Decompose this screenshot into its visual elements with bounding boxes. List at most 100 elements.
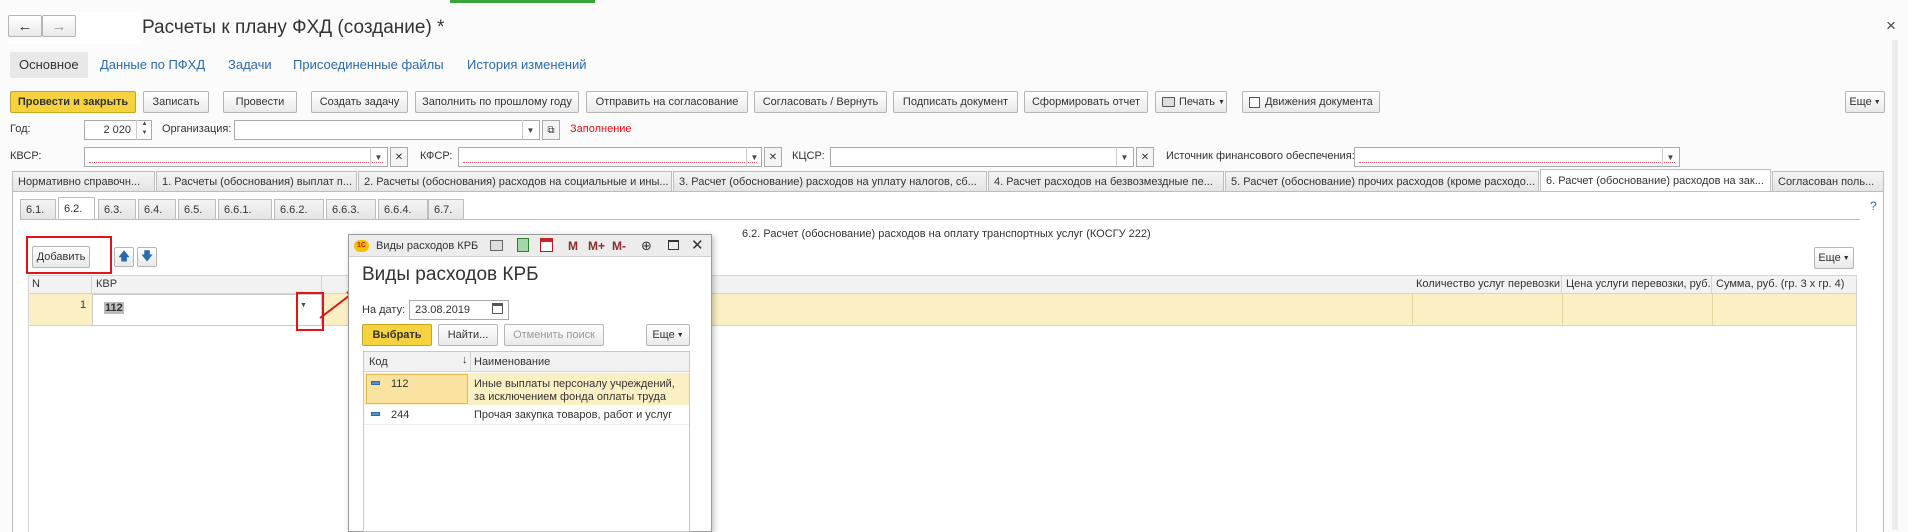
nav-tab-history[interactable]: История изменений	[467, 57, 587, 72]
funding-source-field[interactable]	[1354, 147, 1680, 167]
table-more-button[interactable]: Еще ▼	[1814, 247, 1854, 269]
sub-tab-6-6-4[interactable]: 6.6.4.	[378, 199, 428, 219]
popup-print-icon[interactable]	[490, 240, 503, 251]
doc-tab-6[interactable]: 6. Расчет (обоснование) расходов на зак.…	[1540, 169, 1771, 191]
funding-source-label: Источник финансового обеспечения:	[1166, 150, 1355, 162]
popup-item-name-line1: Иные выплаты персоналу учреждений,	[474, 378, 675, 390]
funding-source-dropdown-icon[interactable]: ▼	[1662, 147, 1678, 167]
popup-find-button[interactable]: Найти...	[438, 324, 498, 346]
more-button[interactable]: Еще ▼	[1845, 91, 1885, 113]
popup-date-value: 23.08.2019	[415, 304, 471, 316]
kvsr-clear-icon[interactable]: ✕	[390, 147, 408, 167]
nav-buttons: ← →	[8, 12, 140, 44]
sub-tab-6-2[interactable]: 6.2.	[58, 197, 95, 219]
doc-tab-normative[interactable]: Нормативно справочн...	[12, 171, 155, 191]
kfsr-clear-icon[interactable]: ✕	[764, 147, 782, 167]
movements-label: Движения документа	[1265, 96, 1373, 108]
movements-icon	[1249, 96, 1260, 108]
document-movements-button[interactable]: Движения документа	[1242, 91, 1380, 113]
post-button[interactable]: Провести	[223, 91, 297, 113]
kvsr-field[interactable]	[84, 147, 388, 167]
kcsr-field[interactable]	[830, 147, 1134, 167]
sub-tab-6-7[interactable]: 6.7.	[428, 199, 464, 219]
doc-tab-approved[interactable]: Согласован поль...	[1772, 171, 1884, 191]
move-up-button[interactable]: 🡅	[114, 247, 134, 267]
sub-tab-6-1[interactable]: 6.1.	[20, 199, 56, 219]
nav-tab-pfhd[interactable]: Данные по ПФХД	[100, 57, 205, 72]
kvsr-label: КВСР:	[10, 150, 42, 162]
sub-tab-6-3[interactable]: 6.3.	[98, 199, 136, 219]
doc-tab-1[interactable]: 1. Расчеты (обоснования) выплат п...	[156, 171, 357, 191]
doc-tab-4[interactable]: 4. Расчет расходов на безвозмездные пе..…	[988, 171, 1224, 191]
more-label: Еще	[1849, 96, 1872, 108]
fill-status: Заполнение	[570, 123, 632, 135]
memory-icon[interactable]: M	[568, 239, 578, 253]
fill-by-prev-year-button[interactable]: Заполнить по прошлому году	[415, 91, 579, 113]
doc-tab-2[interactable]: 2. Расчеты (обоснования) расходов на соц…	[358, 171, 672, 191]
window-scrollbar[interactable]	[1892, 40, 1898, 530]
memory-plus-icon[interactable]: M+	[588, 239, 605, 253]
sub-tab-6-5[interactable]: 6.5.	[178, 199, 216, 219]
back-button[interactable]: ←	[8, 15, 42, 37]
kcsr-clear-icon[interactable]: ✕	[1136, 147, 1154, 167]
post-and-close-button[interactable]: Провести и закрыть	[10, 91, 136, 113]
popup-col-name-header: Наименование	[474, 356, 551, 368]
sign-document-button[interactable]: Подписать документ	[893, 91, 1018, 113]
row-kvr-cell[interactable]	[92, 294, 322, 326]
create-task-button[interactable]: Создать задачу	[311, 91, 408, 113]
table-right-edge	[1856, 275, 1857, 532]
move-down-button[interactable]: 🡇	[137, 247, 157, 267]
popup-calc-icon[interactable]	[517, 238, 529, 252]
sub-tab-6-6-2[interactable]: 6.6.2.	[274, 199, 324, 219]
generate-report-button[interactable]: Сформировать отчет	[1024, 91, 1148, 113]
doc-tab-3[interactable]: 3. Расчет (обоснование) расходов на упла…	[673, 171, 987, 191]
print-button[interactable]: Печать ▼	[1155, 91, 1227, 113]
popup-more-button[interactable]: Еще ▼	[646, 324, 690, 346]
item-element-icon	[371, 381, 380, 385]
save-button[interactable]: Записать	[143, 91, 209, 113]
kcsr-dropdown-icon[interactable]: ▼	[1116, 147, 1132, 167]
chevron-down-icon: ▼	[1873, 98, 1881, 106]
memory-minus-icon[interactable]: M-	[612, 239, 626, 253]
organization-label: Организация:	[162, 123, 232, 135]
popup-select-button[interactable]: Выбрать	[362, 324, 432, 346]
popup-item-name: Прочая закупка товаров, работ и услуг	[474, 409, 673, 421]
sub-tab-6-4[interactable]: 6.4.	[138, 199, 176, 219]
sort-arrow-icon[interactable]: ↓	[462, 354, 468, 366]
popup-cancel-search-button[interactable]: Отменить поиск	[504, 324, 604, 346]
row-kvr-value: 112	[104, 302, 124, 314]
popup-more-label: Еще	[652, 329, 675, 341]
close-icon[interactable]: ×	[1886, 16, 1896, 36]
kfsr-field[interactable]	[458, 147, 762, 167]
chevron-down-icon: ▼	[1218, 98, 1225, 106]
organization-dropdown-icon[interactable]: ▼	[522, 120, 538, 140]
zoom-icon[interactable]: ⊕	[641, 238, 652, 254]
organization-field[interactable]	[234, 120, 540, 140]
forward-button[interactable]: →	[42, 15, 76, 37]
send-for-approval-button[interactable]: Отправить на согласование	[586, 91, 748, 113]
year-stepper[interactable]: ▲ ▼	[136, 120, 152, 140]
row-separator-cells	[1412, 294, 1856, 326]
help-icon[interactable]: ?	[1870, 199, 1877, 213]
chevron-down-icon: ▼	[676, 331, 684, 339]
chevron-down-icon: ▼	[1842, 254, 1850, 262]
sub-tab-6-6-1[interactable]: 6.6.1.	[218, 199, 272, 219]
approve-return-button[interactable]: Согласовать / Вернуть	[754, 91, 887, 113]
section-title: 6.2. Расчет (обоснование) расходов на оп…	[742, 228, 1151, 240]
sub-tab-6-6-3[interactable]: 6.6.3.	[326, 199, 376, 219]
app-logo-icon: 1С	[354, 240, 369, 252]
maximize-icon[interactable]	[668, 240, 679, 250]
popup-caption: Виды расходов КРБ	[376, 240, 479, 252]
calendar-icon[interactable]	[492, 303, 503, 314]
nav-tab-files[interactable]: Присоединенные файлы	[293, 57, 444, 72]
doc-tab-5[interactable]: 5. Расчет (обоснование) прочих расходов …	[1225, 171, 1539, 191]
popup-col-code-header: Код	[369, 356, 388, 368]
kfsr-dropdown-icon[interactable]: ▼	[746, 147, 762, 167]
organization-open-icon[interactable]: ⧉	[542, 120, 560, 140]
popup-item-code-cell	[366, 374, 468, 404]
print-label: Печать	[1179, 96, 1216, 108]
nav-tab-tasks[interactable]: Задачи	[228, 57, 272, 72]
popup-close-icon[interactable]: ✕	[691, 236, 704, 254]
popup-calendar-icon[interactable]	[540, 238, 553, 252]
kvsr-dropdown-icon[interactable]: ▼	[370, 147, 386, 167]
